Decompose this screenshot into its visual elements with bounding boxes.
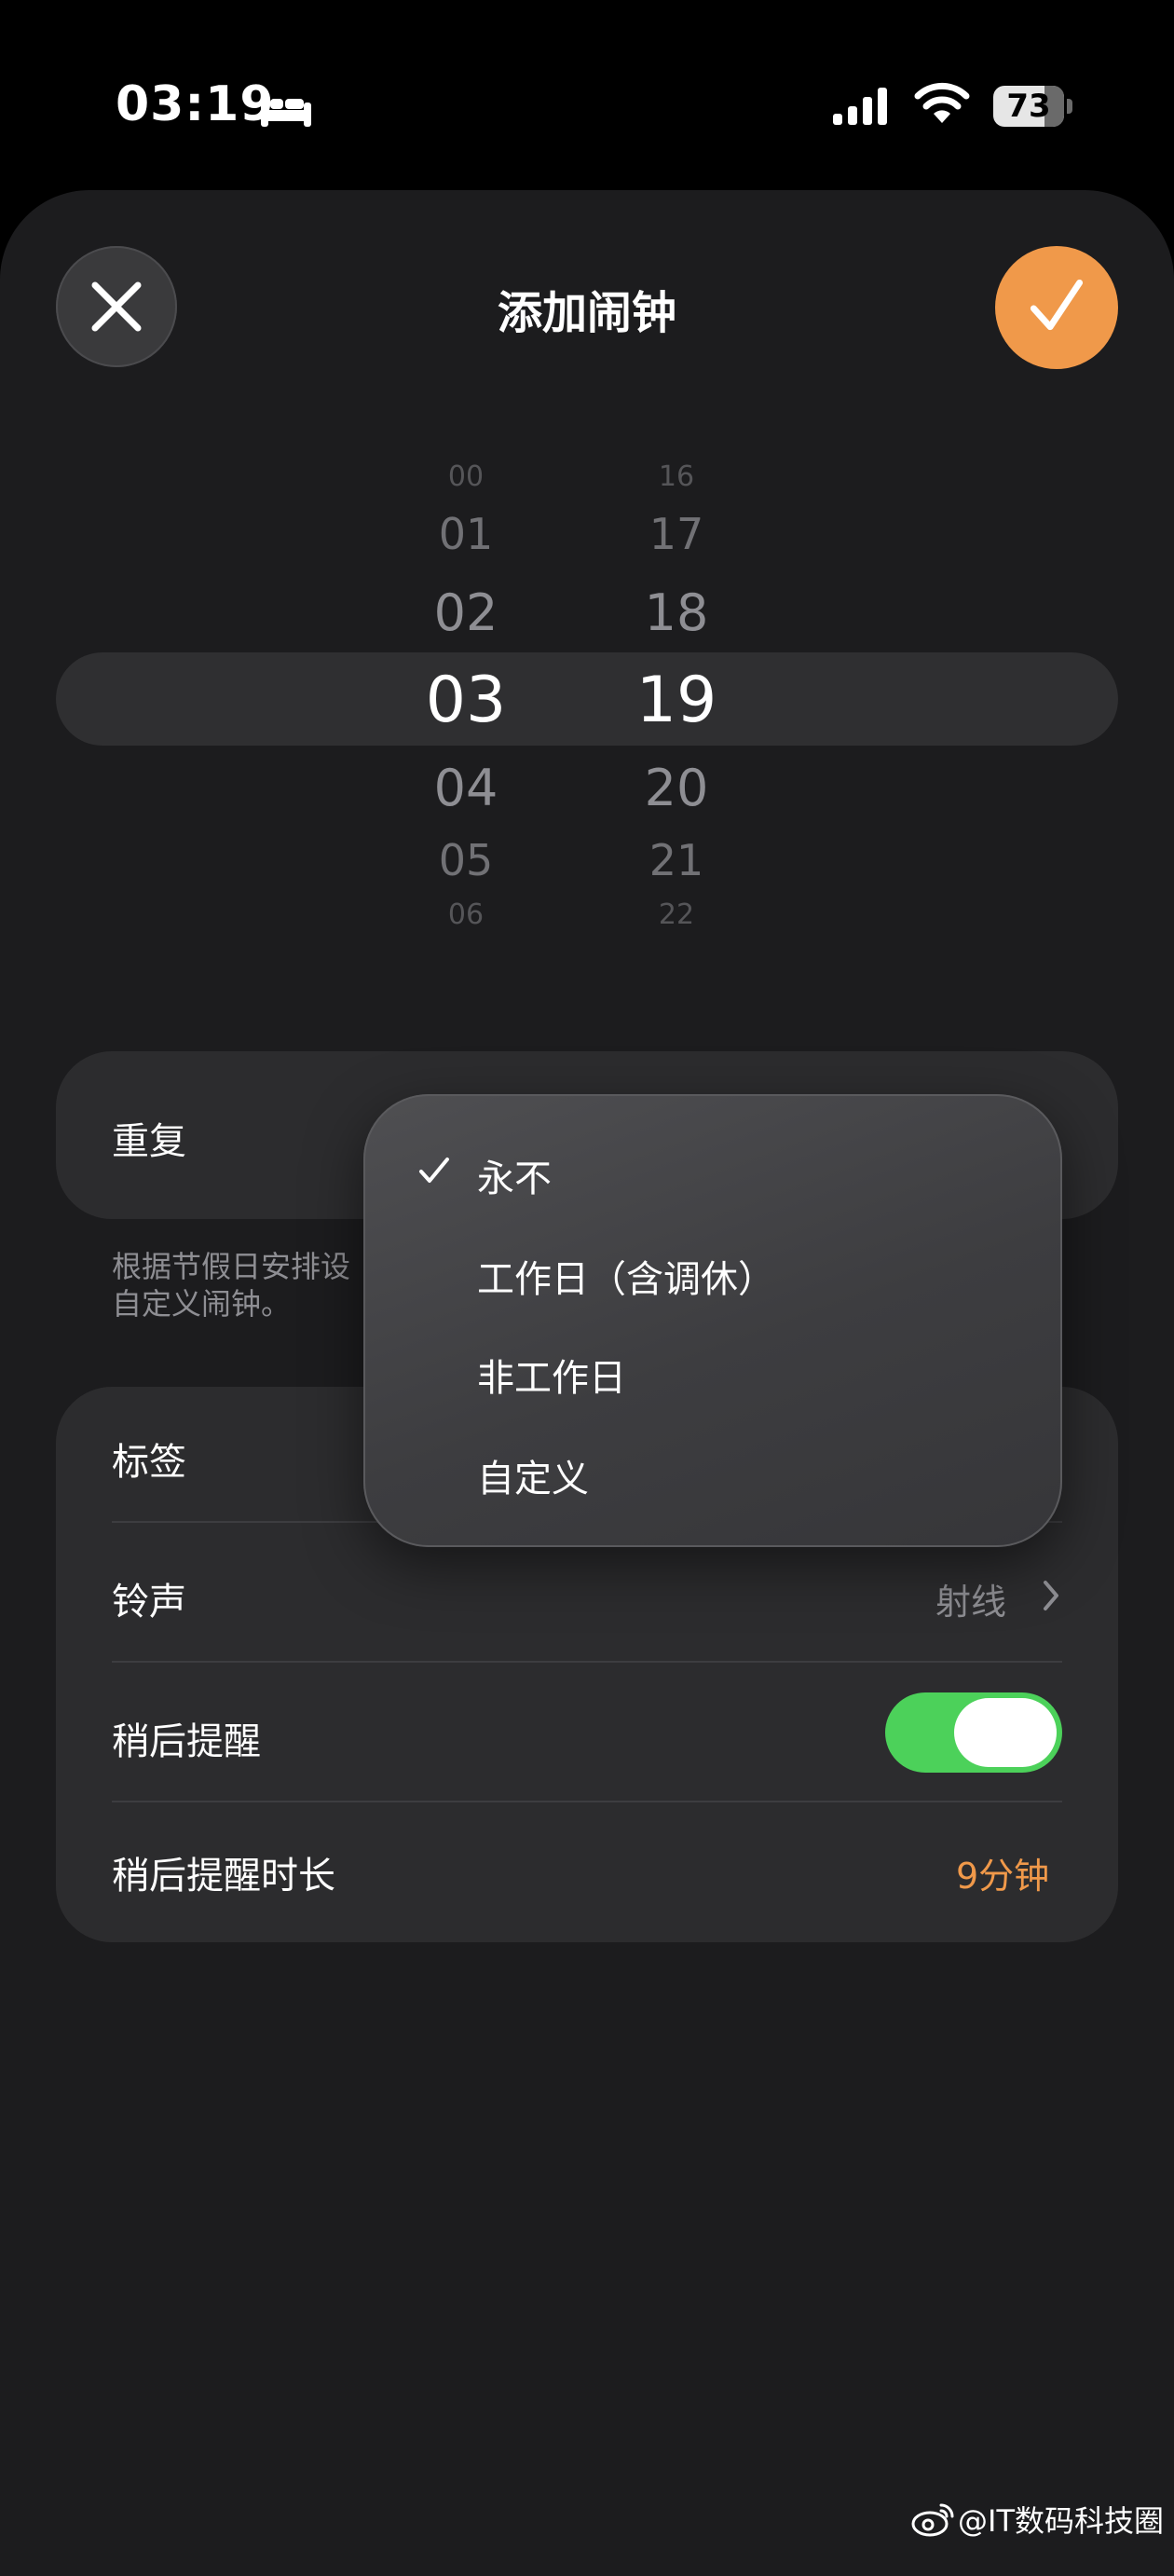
check-icon — [419, 1158, 449, 1183]
minute-option[interactable]: 21 — [593, 835, 760, 885]
minute-option[interactable]: 22 — [593, 898, 760, 931]
menu-item-non-workdays[interactable]: 非工作日 — [477, 1348, 626, 1402]
snooze-row-label: 稍后提醒 — [112, 1720, 261, 1763]
menu-item-workdays[interactable]: 工作日（含调休） — [477, 1249, 775, 1303]
snooze-duration-label[interactable]: 稍后提醒时长 — [112, 1845, 335, 1899]
hour-option[interactable]: 05 — [382, 835, 550, 885]
divider — [112, 1801, 1062, 1802]
selected-hour[interactable]: 03 — [382, 664, 550, 737]
chevron-right-icon[interactable] — [1040, 1577, 1062, 1614]
battery-indicator: 73 — [993, 86, 1073, 127]
minute-option[interactable]: 17 — [593, 509, 760, 559]
snooze-toggle[interactable] — [885, 1692, 1062, 1773]
repeat-options-menu — [363, 1094, 1062, 1547]
snooze-duration-value[interactable]: 9分钟 — [956, 1847, 1049, 1898]
status-time: 03:19 — [116, 76, 275, 132]
signal-icon — [833, 88, 887, 125]
hour-option[interactable]: 04 — [382, 759, 550, 817]
hour-option[interactable]: 00 — [382, 460, 550, 493]
menu-item-custom[interactable]: 自定义 — [477, 1448, 589, 1502]
battery-percentage: 73 — [1006, 88, 1051, 125]
hour-option[interactable]: 02 — [382, 583, 550, 642]
minute-option[interactable]: 16 — [593, 460, 760, 493]
hour-option[interactable]: 06 — [382, 898, 550, 931]
watermark-text: @IT数码科技圈 — [958, 2503, 1164, 2539]
minute-option[interactable]: 20 — [593, 759, 760, 817]
wifi-icon — [914, 82, 970, 123]
repeat-footnote-line-2: 自定义闹钟。 — [112, 1286, 292, 1322]
selected-minute[interactable]: 19 — [593, 664, 760, 737]
minute-option[interactable]: 18 — [593, 583, 760, 642]
confirm-button[interactable] — [995, 246, 1118, 369]
repeat-label: 重复 — [112, 1120, 186, 1163]
toggle-knob — [954, 1698, 1057, 1767]
checkmark-icon — [1030, 279, 1084, 331]
sound-value[interactable]: 射线 — [935, 1573, 1006, 1624]
status-bar: 03:19 73 — [0, 0, 1174, 186]
sound-row-label[interactable]: 铃声 — [112, 1571, 186, 1625]
weibo-icon — [911, 2503, 954, 2537]
time-picker-selection-highlight — [56, 652, 1118, 746]
battery-cap — [1067, 99, 1072, 114]
divider — [112, 1661, 1062, 1663]
menu-item-never[interactable]: 永不 — [477, 1148, 552, 1202]
hour-option[interactable]: 01 — [382, 509, 550, 559]
bed-icon — [261, 93, 311, 127]
battery-body: 73 — [993, 86, 1064, 127]
label-row-label[interactable]: 标签 — [112, 1432, 186, 1486]
